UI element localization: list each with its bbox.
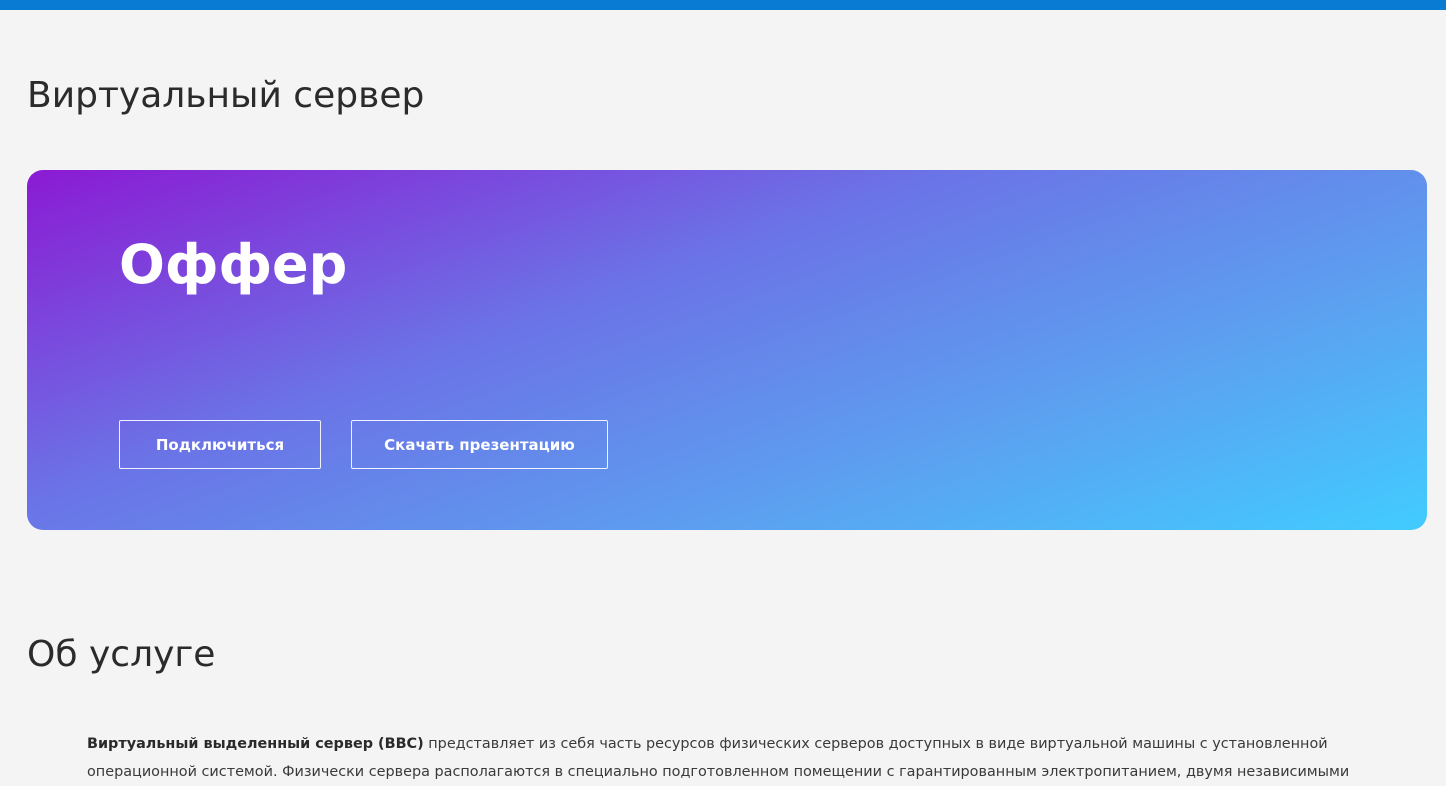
page-title: Виртуальный сервер xyxy=(27,75,425,116)
about-description: Виртуальный выделенный сервер (ВВС) пред… xyxy=(87,730,1392,786)
top-accent-bar xyxy=(0,0,1446,10)
about-section-title: Об услуге xyxy=(27,634,216,675)
about-lead-bold: Виртуальный выделенный сервер (ВВС) xyxy=(87,736,424,752)
connect-button[interactable]: Подключиться xyxy=(119,420,321,469)
offer-banner: Оффер Подключиться Скачать презентацию xyxy=(27,170,1427,530)
download-presentation-button[interactable]: Скачать презентацию xyxy=(351,420,608,469)
offer-title: Оффер xyxy=(119,233,348,296)
